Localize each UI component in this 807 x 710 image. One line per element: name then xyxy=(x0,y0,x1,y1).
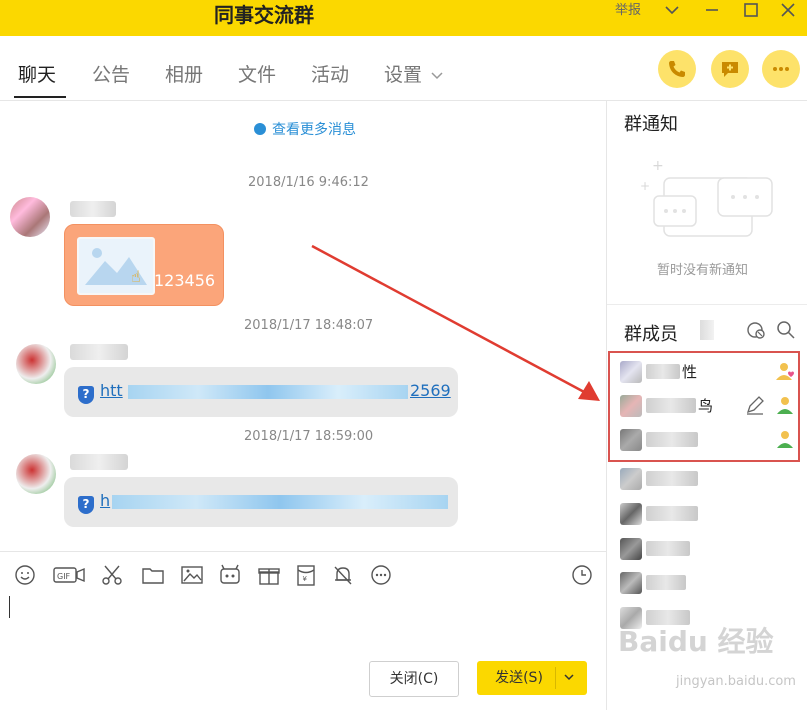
member-item[interactable] xyxy=(620,570,800,596)
image-icon[interactable] xyxy=(180,563,204,587)
tab-album[interactable]: 相册 xyxy=(165,60,203,87)
message-bubble-image[interactable]: ☝ 123456 xyxy=(64,224,224,306)
tab-announcement[interactable]: 公告 xyxy=(92,60,130,87)
tab-settings[interactable]: 设置 xyxy=(384,60,422,87)
gift-icon[interactable] xyxy=(257,563,281,587)
chevron-down-icon[interactable] xyxy=(662,2,682,20)
member-name-blurred xyxy=(646,541,690,556)
member-name-blurred xyxy=(646,506,698,521)
message-timestamp: 2018/1/16 9:46:12 xyxy=(248,175,369,190)
avatar[interactable] xyxy=(16,344,56,384)
svg-text:+: + xyxy=(640,179,650,193)
view-more-messages-link[interactable]: 查看更多消息 xyxy=(254,119,356,139)
tab-chat[interactable]: 聊天 xyxy=(18,60,56,87)
group-notice-title: 群通知 xyxy=(624,114,678,135)
security-shield-icon: ? xyxy=(78,386,94,404)
send-label: 发送(S) xyxy=(495,670,543,686)
active-tab-indicator xyxy=(14,96,66,98)
svg-text:+: + xyxy=(652,158,664,174)
sender-name xyxy=(70,344,128,360)
phone-icon xyxy=(669,61,685,77)
member-item[interactable] xyxy=(620,536,800,562)
close-button[interactable]: 关闭(C) xyxy=(369,661,459,697)
member-item[interactable] xyxy=(620,501,800,527)
avatar[interactable] xyxy=(10,197,50,237)
bell-off-icon[interactable] xyxy=(331,563,355,587)
message-link-blurred[interactable] xyxy=(128,385,408,399)
send-options-chevron-icon[interactable] xyxy=(563,661,575,709)
image-thumbnail-icon[interactable] xyxy=(77,237,155,295)
message-input[interactable] xyxy=(0,592,606,652)
security-shield-icon: ? xyxy=(78,496,94,514)
message-link-blurred[interactable] xyxy=(112,495,448,509)
tab-files[interactable]: 文件 xyxy=(238,60,276,87)
red-packet-icon[interactable]: ¥ xyxy=(294,563,318,587)
add-message-button[interactable] xyxy=(711,50,749,88)
close-icon[interactable] xyxy=(778,2,798,20)
group-members-title: 群成员 xyxy=(624,324,678,345)
gif-icon[interactable]: GIF xyxy=(53,563,85,587)
chat-plus-icon xyxy=(722,62,738,77)
minimize-icon[interactable] xyxy=(702,2,722,20)
member-name-blurred xyxy=(646,575,686,590)
message-link-prefix[interactable]: htt xyxy=(100,381,123,400)
call-button[interactable] xyxy=(658,50,696,88)
tab-bar: 聊天 公告 相册 文件 活动 设置 xyxy=(0,36,807,101)
emoji-icon[interactable] xyxy=(13,563,37,587)
divider xyxy=(606,101,607,710)
members-count-blurred xyxy=(700,320,714,340)
sender-name xyxy=(70,454,128,470)
watermark-url: jingyan.baidu.com xyxy=(676,674,796,689)
scissors-icon[interactable] xyxy=(100,563,124,587)
avatar xyxy=(620,538,642,560)
message-link-prefix[interactable]: h xyxy=(100,491,110,510)
member-name-blurred xyxy=(646,471,698,486)
divider xyxy=(0,551,606,552)
image-caption: 123456 xyxy=(154,271,216,290)
hand-cursor-icon: ☝ xyxy=(131,267,141,286)
empty-notice-illustration-icon: + + xyxy=(640,158,773,237)
member-item[interactable] xyxy=(620,466,800,492)
more-dots-icon xyxy=(773,67,789,71)
report-link[interactable]: 举报 xyxy=(615,0,641,22)
settings-chevron-icon[interactable] xyxy=(430,66,444,85)
empty-notice-text: 暂时没有新通知 xyxy=(657,263,749,278)
search-icon[interactable] xyxy=(776,320,796,340)
message-timestamp: 2018/1/17 18:48:07 xyxy=(244,318,374,333)
clock-icon[interactable] xyxy=(570,563,594,587)
message-bubble-link[interactable]: ? htt 2569 xyxy=(64,367,458,417)
chat-area: 查看更多消息 2018/1/16 9:46:12 ☝ 123456 2018/1… xyxy=(0,101,606,551)
svg-text:GIF: GIF xyxy=(57,572,71,581)
avatar xyxy=(620,572,642,594)
more-icon[interactable] xyxy=(369,563,393,587)
screen-capture-icon[interactable] xyxy=(218,563,242,587)
window-title: 同事交流群 xyxy=(214,3,314,27)
clock-icon xyxy=(254,123,266,135)
folder-icon[interactable] xyxy=(141,563,165,587)
title-bar: 同事交流群 举报 xyxy=(0,0,807,36)
divider xyxy=(555,667,556,689)
highlight-annotation-box xyxy=(608,351,800,462)
message-bubble-link[interactable]: ? h xyxy=(64,477,458,527)
member-manage-icon[interactable] xyxy=(746,320,766,340)
watermark: Baidu 经验 xyxy=(618,625,774,658)
tab-activity[interactable]: 活动 xyxy=(311,60,349,87)
avatar[interactable] xyxy=(16,454,56,494)
sender-name xyxy=(70,201,116,217)
send-button[interactable]: 发送(S) xyxy=(477,661,587,695)
avatar xyxy=(620,503,642,525)
message-link-suffix[interactable]: 2569 xyxy=(410,381,451,400)
view-more-label: 查看更多消息 xyxy=(272,122,356,138)
message-timestamp: 2018/1/17 18:59:00 xyxy=(244,429,374,444)
divider xyxy=(607,304,807,305)
avatar xyxy=(620,468,642,490)
more-options-button[interactable] xyxy=(762,50,800,88)
input-toolbar: GIF ¥ xyxy=(0,559,606,591)
svg-text:¥: ¥ xyxy=(303,575,308,583)
maximize-icon[interactable] xyxy=(741,2,761,20)
